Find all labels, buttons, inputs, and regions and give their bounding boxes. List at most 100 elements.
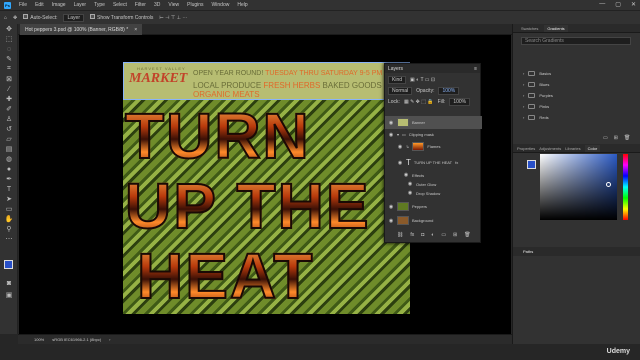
menu-type[interactable]: Type [94, 2, 105, 8]
tab-swatches[interactable]: Swatches [521, 26, 538, 31]
layer-row-flames[interactable]: ◉ ↳ Flames [385, 140, 482, 153]
tab-adjustments[interactable]: Adjustments [539, 146, 561, 151]
menu-file[interactable]: File [19, 2, 27, 8]
lock-icons[interactable]: ▦ ✎ ✥ ⬚ 🔒 [404, 99, 434, 105]
layer-row-text[interactable]: ◉ T TURN UP THE HEAT fx [385, 156, 482, 169]
foreground-color-swatch[interactable] [4, 260, 13, 269]
eye-icon[interactable]: ◉ [388, 204, 394, 210]
paths-panel-tab[interactable]: Paths [513, 247, 640, 256]
color-picker-cursor[interactable] [606, 182, 611, 187]
new-folder-icon[interactable]: ▭ [603, 135, 608, 141]
lasso-tool-icon[interactable]: ◌ [0, 44, 18, 54]
tab-libraries[interactable]: Libraries [565, 146, 580, 151]
eye-icon[interactable]: ◉ [407, 181, 413, 187]
adjustment-layer-icon[interactable]: ◐ [431, 232, 434, 238]
healing-brush-tool-icon[interactable]: ✚ [0, 94, 18, 104]
color-panel-foreground[interactable] [527, 160, 536, 169]
path-selection-tool-icon[interactable]: ➤ [0, 194, 18, 204]
panel-menu-icon[interactable]: ≡ [474, 66, 477, 72]
new-layer-icon[interactable]: ⊞ [453, 232, 457, 238]
effect-row-drop-shadow[interactable]: ◉ Drop Shadow [385, 189, 482, 197]
eye-icon[interactable]: ◉ [388, 132, 394, 138]
crop-tool-icon[interactable]: ⌗ [0, 64, 18, 74]
document-info[interactable]: sRGB IEC61966-2.1 (8bpc) [52, 337, 101, 342]
gradient-folder-blues[interactable]: › Blues [513, 79, 640, 90]
brush-tool-icon[interactable]: ✐ [0, 104, 18, 114]
transform-controls-checkbox[interactable]: Show Transform Controls [90, 14, 153, 21]
gradient-folder-basics[interactable]: › Basics [513, 68, 640, 79]
menu-filter[interactable]: Filter [135, 2, 146, 8]
shape-tool-icon[interactable]: ▭ [0, 204, 18, 214]
zoom-tool-icon[interactable]: ⚲ [0, 224, 18, 234]
menu-plugins[interactable]: Plugins [187, 2, 203, 8]
tab-color[interactable]: Color [584, 144, 601, 152]
gradient-search-input[interactable]: Search Gradients [521, 37, 631, 45]
marquee-tool-icon[interactable]: ⬚ [0, 34, 18, 44]
effect-row-outer-glow[interactable]: ◉ Outer Glow [385, 180, 482, 188]
kind-filter-dropdown[interactable]: Kind [388, 76, 407, 84]
gradient-folder-purples[interactable]: › Purples [513, 90, 640, 101]
eye-icon[interactable]: ◉ [388, 120, 394, 126]
minimize-icon[interactable]: — [599, 1, 605, 8]
blur-tool-icon[interactable]: ◍ [0, 154, 18, 164]
zoom-level[interactable]: 100% [34, 337, 44, 342]
eraser-tool-icon[interactable]: ▱ [0, 134, 18, 144]
history-brush-tool-icon[interactable]: ↺ [0, 124, 18, 134]
layer-row-clipping-mask[interactable]: ◉ ▾ ▭ Clipping mask [385, 130, 482, 139]
delete-gradient-icon[interactable]: 🗑 [624, 135, 630, 141]
eye-icon[interactable]: ◉ [397, 144, 403, 150]
menu-layer[interactable]: Layer [74, 2, 87, 8]
hand-tool-icon[interactable]: ✋ [0, 214, 18, 224]
opacity-field[interactable]: 100% [438, 87, 460, 95]
tab-properties[interactable]: Properties [517, 146, 535, 151]
screen-mode-icon[interactable]: ▣ [0, 290, 18, 300]
filter-icons[interactable]: ▣ ◐ T ▭ ⊡ [410, 77, 435, 83]
gradient-folder-pinks[interactable]: › Pinks [513, 101, 640, 112]
eye-icon[interactable]: ◉ [407, 190, 413, 196]
fill-field[interactable]: 100% [449, 98, 471, 106]
document-tab[interactable]: Hot peppers 3.psd @ 100% (Banner, RGB/8)… [20, 24, 143, 35]
maximize-icon[interactable]: ▢ [615, 1, 621, 8]
close-icon[interactable]: ✕ [631, 1, 636, 8]
link-layers-icon[interactable]: ⛓ [397, 232, 403, 238]
color-picker-field[interactable] [540, 154, 617, 220]
menu-help[interactable]: Help [237, 2, 247, 8]
group-chevron-icon[interactable]: ▾ [397, 132, 399, 137]
home-icon[interactable]: ⌂ [4, 15, 7, 21]
eyedropper-tool-icon[interactable]: ⁄ [0, 84, 18, 94]
eye-icon[interactable]: ◉ [397, 160, 403, 166]
gradient-tool-icon[interactable]: ▤ [0, 144, 18, 154]
menu-image[interactable]: Image [52, 2, 66, 8]
layer-row-banner[interactable]: ◉ Banner [385, 116, 482, 129]
menu-window[interactable]: Window [212, 2, 230, 8]
fx-icon[interactable]: fx [455, 160, 458, 165]
auto-select-checkbox[interactable]: Auto-Select: [23, 14, 57, 21]
type-tool-icon[interactable]: T [0, 184, 18, 194]
blend-mode-dropdown[interactable]: Normal [388, 87, 413, 95]
menu-3d[interactable]: 3D [154, 2, 160, 8]
new-group-icon[interactable]: ▭ [441, 232, 446, 238]
quick-mask-icon[interactable]: ◙ [0, 278, 18, 288]
pen-tool-icon[interactable]: ✒ [0, 174, 18, 184]
clone-stamp-tool-icon[interactable]: ♙ [0, 114, 18, 124]
gradient-folder-reds[interactable]: › Reds [513, 112, 640, 123]
tab-gradients[interactable]: Gradients [544, 24, 568, 32]
add-mask-icon[interactable]: ◘ [421, 232, 424, 238]
new-gradient-icon[interactable]: ⊞ [614, 135, 618, 141]
auto-select-dropdown[interactable]: Layer [63, 13, 84, 22]
close-tab-icon[interactable]: × [134, 27, 137, 33]
move-tool-icon[interactable]: ✥ [13, 15, 17, 21]
eye-icon[interactable]: ◉ [388, 218, 394, 224]
effects-row[interactable]: ◉ Effects [385, 171, 482, 179]
delete-layer-icon[interactable]: 🗑 [464, 232, 470, 238]
hue-slider[interactable] [623, 154, 628, 220]
layer-row-background[interactable]: ◉ Background [385, 214, 482, 227]
align-icons[interactable]: ⊢ ⊣ ⊤ ⊥ ⋯ [159, 15, 187, 21]
color-swatches[interactable] [4, 260, 16, 272]
add-style-icon[interactable]: fx [410, 232, 414, 238]
menu-select[interactable]: Select [113, 2, 127, 8]
frame-tool-icon[interactable]: ⊠ [0, 74, 18, 84]
menu-view[interactable]: View [168, 2, 179, 8]
layer-row-peppers[interactable]: ◉ Peppers [385, 200, 482, 213]
quick-select-tool-icon[interactable]: ✎ [0, 54, 18, 64]
